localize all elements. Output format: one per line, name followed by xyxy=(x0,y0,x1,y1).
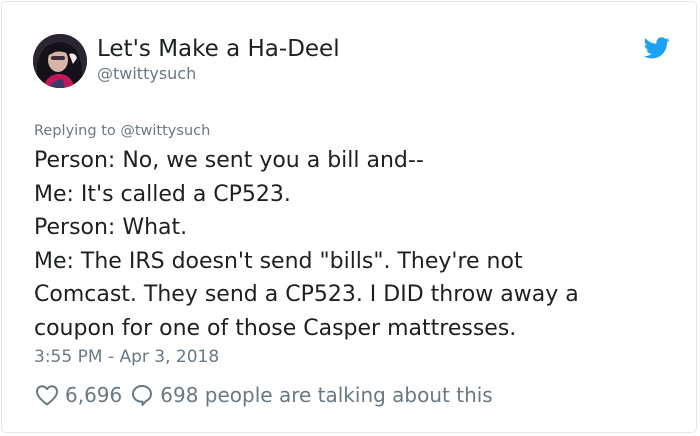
twitter-bird-icon[interactable] xyxy=(644,37,670,59)
avatar-photo xyxy=(33,34,87,88)
like-count[interactable]: 6,696 xyxy=(65,383,122,407)
conversation-link[interactable]: 698 people are talking about this xyxy=(160,383,492,407)
tweet-text-line: Me: The IRS doesn't send "bills". They'r… xyxy=(34,248,523,274)
tweet-card: Let's Make a Ha-Deel @twittysuch Replyin… xyxy=(1,1,697,433)
reply-mention-link[interactable]: @twittysuch xyxy=(120,123,210,139)
user-handle[interactable]: @twittysuch xyxy=(97,64,196,84)
tweet-text-line: Person: No, we sent you a bill and-- xyxy=(34,148,424,173)
tweet-text-line: coupon for one of those Casper mattresse… xyxy=(34,315,517,341)
avatar[interactable] xyxy=(33,34,87,88)
tweet-actions: 6,696 698 people are talking about this xyxy=(35,382,493,408)
display-name[interactable]: Let's Make a Ha-Deel xyxy=(97,35,340,63)
reply-context: Replying to @twittysuch xyxy=(34,122,210,140)
tweet-timestamp[interactable]: 3:55 PM - Apr 3, 2018 xyxy=(34,346,219,368)
tweet-text: Person: No, we sent you a bill and-- Me:… xyxy=(34,144,684,345)
reply-context-label: Replying to xyxy=(34,123,116,139)
tweet-text-line: Comcast. They send a CP523. I DID throw … xyxy=(34,282,579,307)
tweet-text-line: Person: What. xyxy=(34,215,188,240)
speech-bubble-icon[interactable] xyxy=(131,384,153,406)
tweet-text-line: Me: It's called a CP523. xyxy=(34,181,291,207)
heart-icon[interactable] xyxy=(35,384,59,406)
